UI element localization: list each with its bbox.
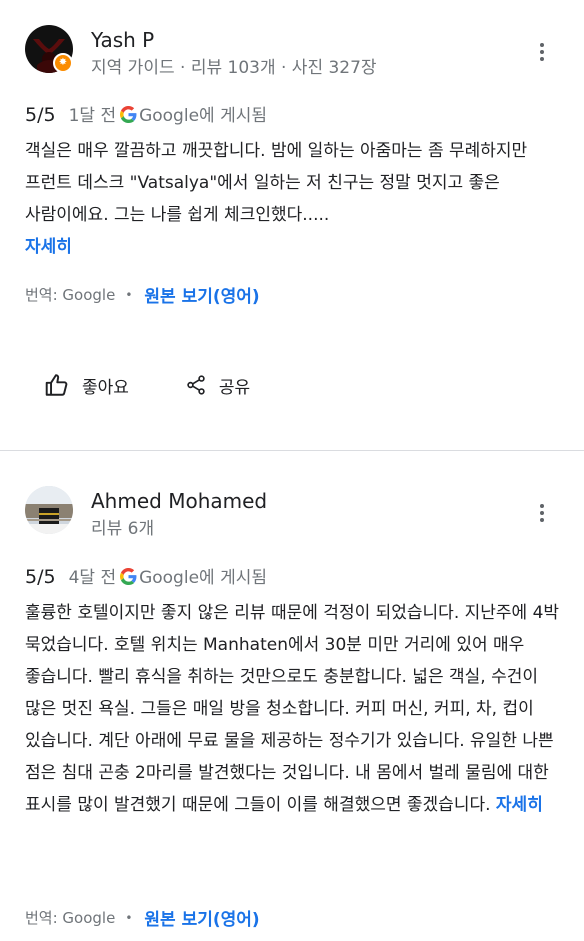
- share-button[interactable]: 공유: [185, 373, 250, 398]
- more-options-button[interactable]: [528, 499, 556, 527]
- author-name[interactable]: Yash P: [91, 28, 154, 52]
- google-g-icon: [120, 568, 137, 585]
- review-text: 훌륭한 호텔이지만 좋지 않은 리뷰 때문에 걱정이 되었습니다. 지난주에 4…: [25, 597, 560, 821]
- review-header: 5/5 1달 전 Google에 게시됨: [25, 101, 267, 126]
- platform-label: Google에 게시됨: [139, 106, 267, 126]
- review-header: 5/5 4달 전 Google에 게시됨: [25, 563, 267, 588]
- share-icon: [187, 375, 205, 395]
- thumb-up-icon: [45, 374, 68, 396]
- author-name[interactable]: Ahmed Mohamed: [91, 489, 267, 513]
- review-time: 1달 전: [68, 106, 117, 126]
- local-guide-badge-icon: ✸: [53, 53, 73, 73]
- review-card: ✸ Yash P 지역 가이드 · 리뷰 103개 · 사진 327장 5/5 …: [0, 0, 584, 450]
- read-more-link[interactable]: 자세히: [25, 237, 72, 257]
- review-text: 객실은 매우 깔끔하고 깨끗합니다. 밤에 일하는 아줌마는 좀 무례하지만 프…: [25, 135, 560, 263]
- share-label: 공유: [218, 377, 251, 398]
- avatar[interactable]: [25, 486, 73, 534]
- review-time: 4달 전: [68, 568, 117, 588]
- translated-by-label: 번역: Google: [25, 909, 116, 927]
- author-meta: 지역 가이드 · 리뷰 103개 · 사진 327장: [91, 58, 377, 78]
- review-body: 훌륭한 호텔이지만 좋지 않은 리뷰 때문에 걱정이 되었습니다. 지난주에 4…: [25, 603, 560, 815]
- author-meta: 리뷰 6개: [91, 519, 155, 539]
- translation-bar: 번역: Google • 원본 보기(영어): [25, 905, 260, 930]
- platform-label: Google에 게시됨: [139, 568, 267, 588]
- more-options-button[interactable]: [528, 38, 556, 66]
- more-vert-icon: [540, 43, 544, 47]
- view-original-link[interactable]: 원본 보기(영어): [144, 905, 259, 930]
- translation-bar: 번역: Google • 원본 보기(영어): [25, 282, 260, 307]
- separator-dot: •: [125, 910, 133, 925]
- rating: 5/5: [25, 566, 56, 588]
- translated-by-label: 번역: Google: [25, 286, 116, 304]
- more-vert-icon: [540, 504, 544, 508]
- read-more-link[interactable]: 자세히: [496, 795, 543, 815]
- like-button[interactable]: 좋아요: [44, 372, 129, 398]
- separator-dot: •: [125, 287, 133, 302]
- review-actions: 좋아요 공유: [44, 372, 250, 398]
- review-card: Ahmed Mohamed 리뷰 6개 5/5 4달 전 Google에 게시됨…: [0, 451, 584, 941]
- review-body: 객실은 매우 깔끔하고 깨끗합니다. 밤에 일하는 아줌마는 좀 무례하지만 프…: [25, 141, 528, 225]
- like-label: 좋아요: [82, 377, 129, 398]
- rating: 5/5: [25, 104, 56, 126]
- google-g-icon: [120, 106, 137, 123]
- view-original-link[interactable]: 원본 보기(영어): [144, 282, 259, 307]
